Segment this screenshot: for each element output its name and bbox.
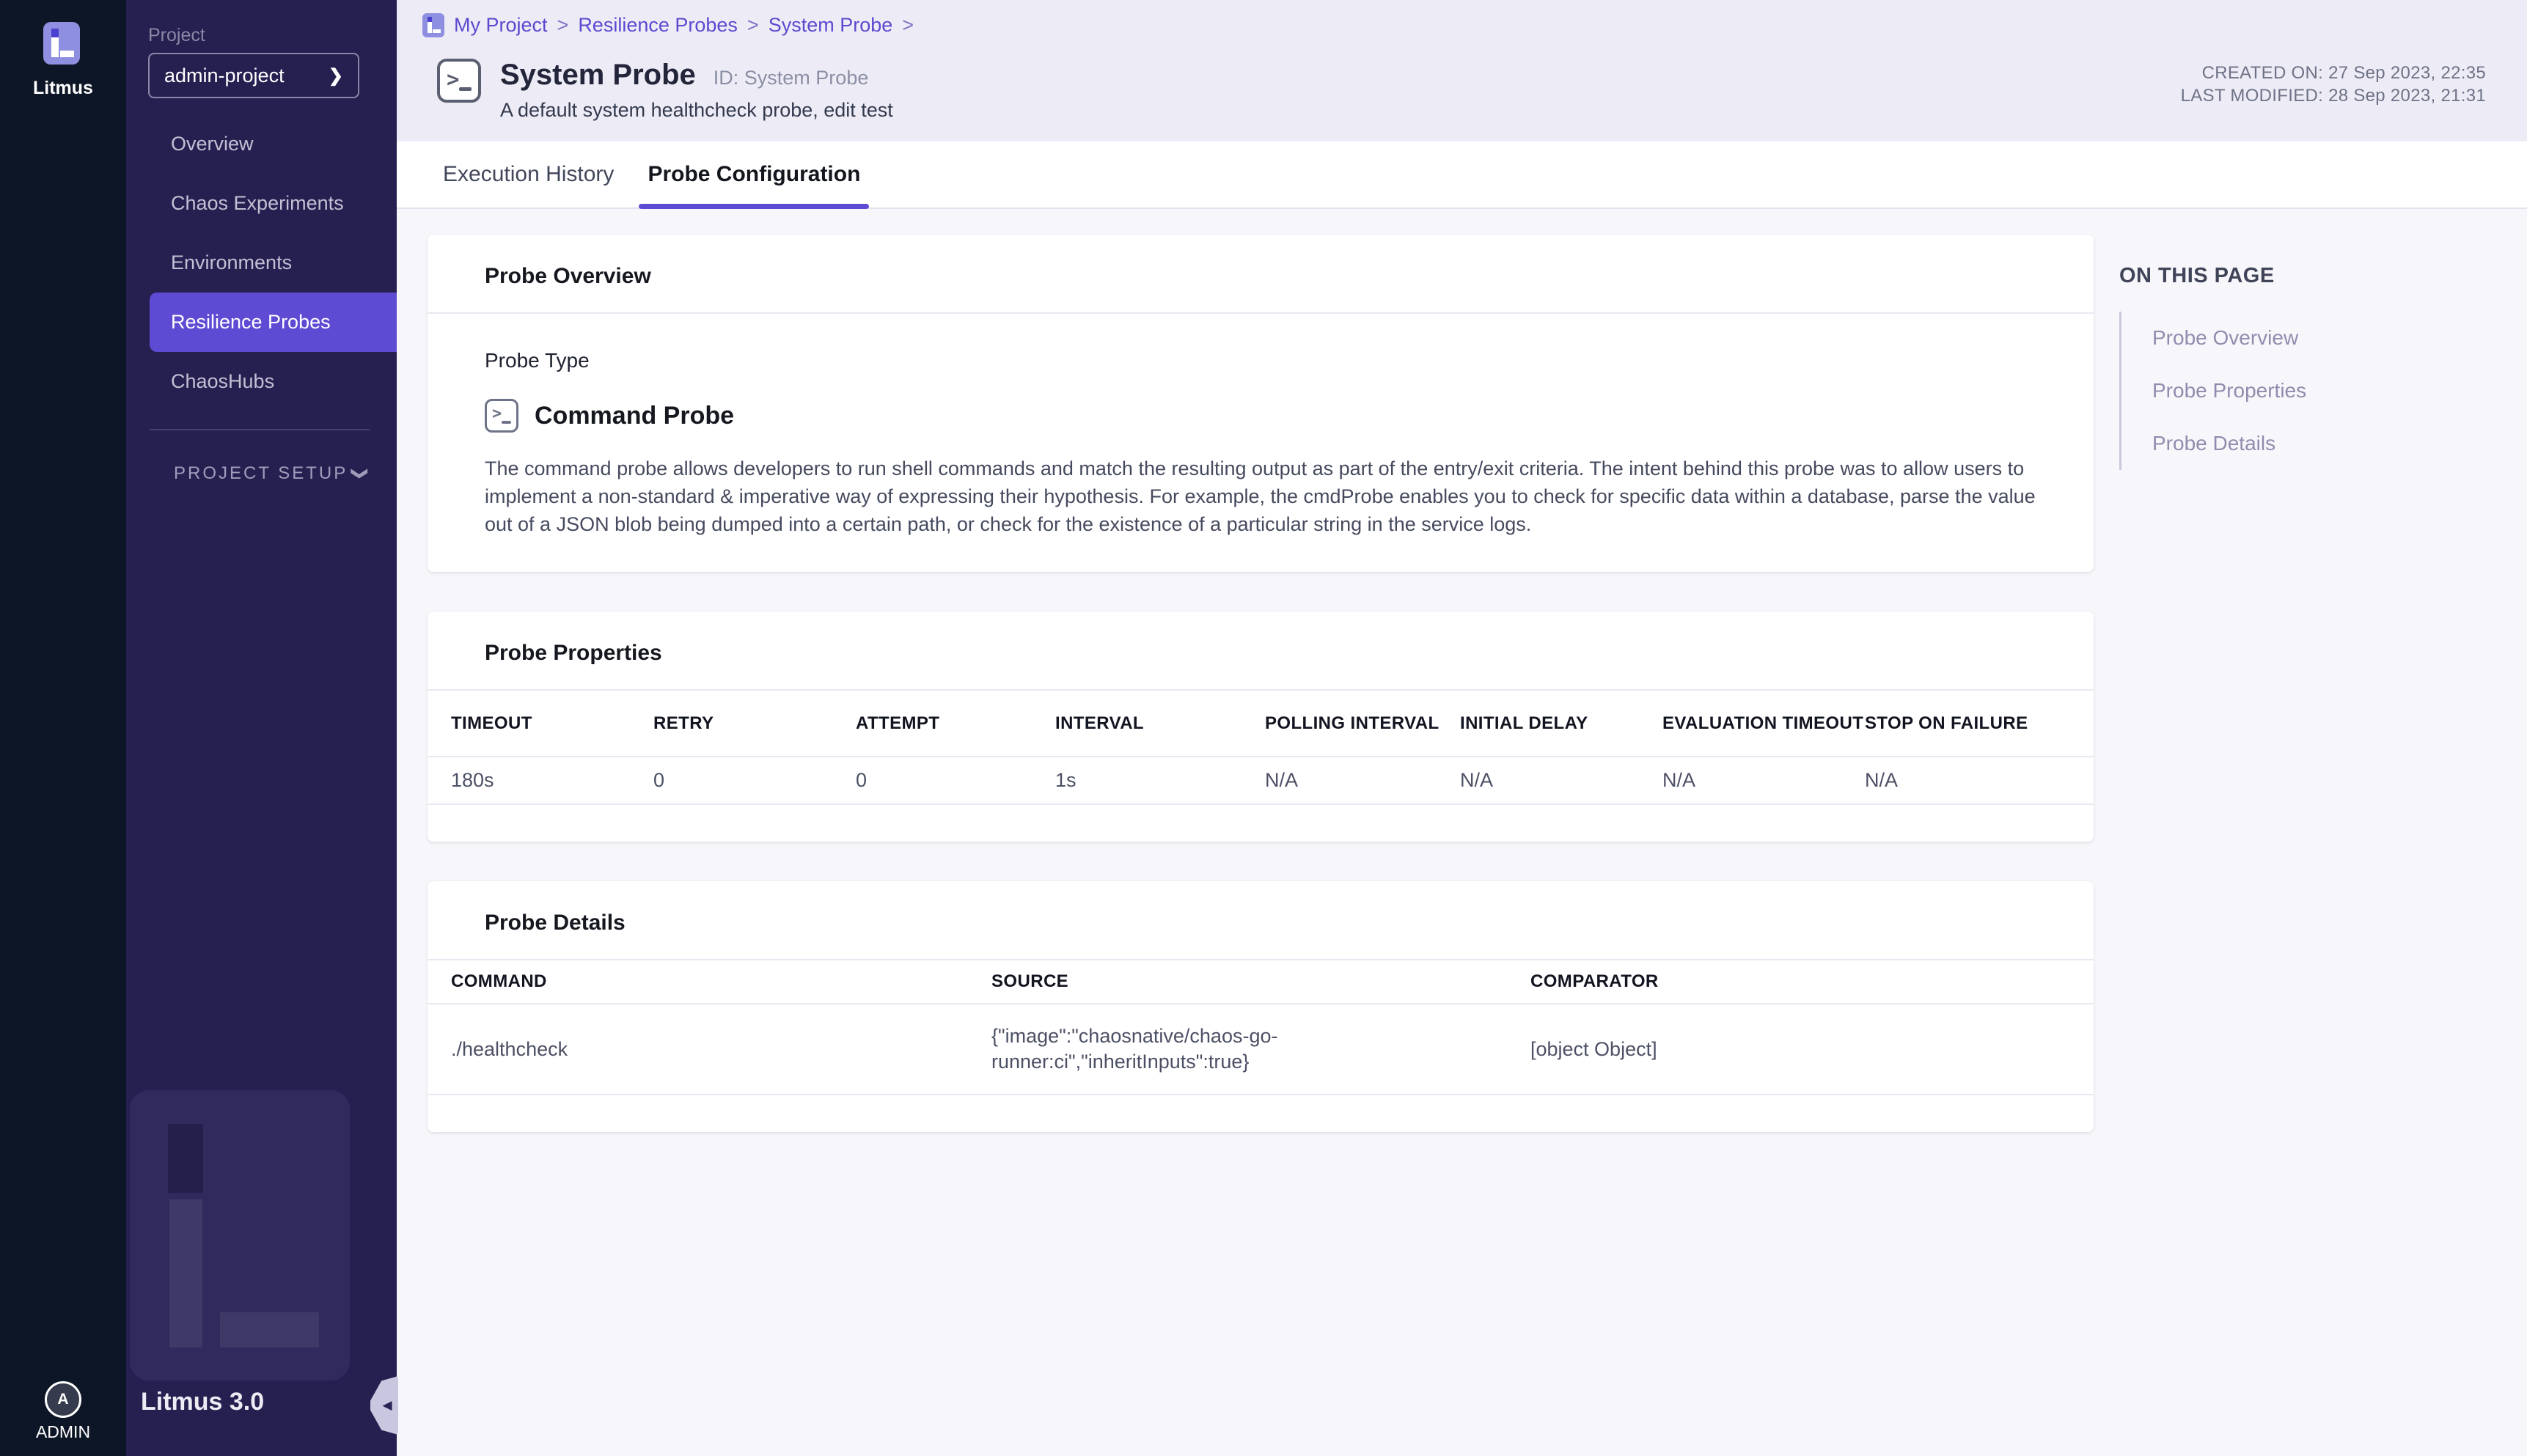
probe-details-card: Probe Details COMMAND SOURCE COMPARATOR … — [428, 881, 2094, 1132]
version-label: Litmus 3.0 — [141, 1388, 264, 1416]
logo-shape — [51, 29, 59, 37]
sidebar-item-overview[interactable]: Overview — [126, 114, 397, 174]
column-header: INITIAL DELAY — [1460, 713, 1662, 734]
project-setup-label: PROJECT SETUP — [174, 463, 348, 484]
column-header: ATTEMPT — [856, 713, 1055, 734]
chevron-down-icon: ❯ — [351, 467, 370, 480]
sidebar-item-resilience-probes[interactable]: Resilience Probes — [150, 293, 397, 352]
sidebar-divider — [150, 429, 370, 430]
anchor-probe-details[interactable]: Probe Details — [2152, 417, 2427, 470]
timestamps: CREATED ON: 27 Sep 2023, 22:35 LAST MODI… — [2181, 62, 2486, 107]
litmus-watermark — [130, 1090, 350, 1380]
on-this-page-title: ON THIS PAGE — [2119, 264, 2427, 288]
on-this-page-nav: ON THIS PAGE Probe Overview Probe Proper… — [2119, 264, 2427, 470]
page-title: System Probe — [500, 59, 696, 92]
project-setup-toggle[interactable]: PROJECT SETUP ❯ — [174, 453, 372, 494]
probe-subtitle: A default system healthcheck probe, edit… — [500, 99, 893, 122]
logo-label: Litmus — [0, 78, 126, 99]
properties-value-row: 180s 0 0 1s N/A N/A N/A N/A — [428, 757, 2094, 805]
column-header: COMMAND — [451, 971, 991, 992]
sidebar-item-chaoshubs[interactable]: ChaosHubs — [126, 352, 397, 411]
command-probe-icon: > — [485, 399, 518, 433]
avatar[interactable]: A — [45, 1381, 81, 1418]
sidebar-item-environments[interactable]: Environments — [126, 233, 397, 293]
comparator-value: [object Object] — [1530, 1038, 2070, 1061]
terminal-icon: > — [437, 59, 481, 103]
logo-shape — [51, 37, 59, 57]
probe-overview-title: Probe Overview — [428, 235, 2094, 314]
page-header: My Project > Resilience Probes > System … — [397, 0, 2527, 141]
attempt-value: 0 — [856, 769, 1055, 792]
breadcrumb: My Project > Resilience Probes > System … — [422, 13, 914, 37]
sidebar: Project admin-project ❯ Overview Chaos E… — [126, 0, 397, 1456]
breadcrumb-my-project[interactable]: My Project — [454, 14, 548, 37]
properties-header-row: TIMEOUT RETRY ATTEMPT INTERVAL POLLING I… — [428, 691, 2094, 757]
last-modified: LAST MODIFIED: 28 Sep 2023, 21:31 — [2181, 84, 2486, 107]
breadcrumb-resilience-probes[interactable]: Resilience Probes — [578, 14, 738, 37]
chevron-right-icon: ❯ — [329, 65, 343, 87]
collapse-arrow-icon: ◀ — [382, 1398, 392, 1413]
created-on: CREATED ON: 27 Sep 2023, 22:35 — [2181, 62, 2486, 84]
initial-delay-value: N/A — [1460, 769, 1662, 792]
anchor-probe-properties[interactable]: Probe Properties — [2152, 364, 2427, 417]
project-selector[interactable]: admin-project ❯ — [148, 53, 359, 98]
probe-properties-title: Probe Properties — [428, 611, 2094, 691]
source-value: {"image":"chaosnative/chaos-go-runner:ci… — [991, 1023, 1325, 1075]
details-value-row: ./healthcheck {"image":"chaosnative/chao… — [428, 1004, 2094, 1095]
logo-shape — [60, 51, 74, 57]
breadcrumb-separator: > — [557, 14, 569, 37]
polling-interval-value: N/A — [1265, 769, 1460, 792]
sidebar-item-chaos-experiments[interactable]: Chaos Experiments — [126, 174, 397, 233]
stop-on-failure-value: N/A — [1865, 769, 2070, 792]
probe-id-label: ID: System Probe — [714, 67, 869, 89]
column-header: SOURCE — [991, 971, 1530, 992]
watermark-shape — [220, 1312, 319, 1347]
probe-details-title: Probe Details — [428, 881, 2094, 960]
breadcrumb-separator: > — [902, 14, 914, 37]
probe-type-label: Probe Type — [485, 349, 2047, 372]
main-area: My Project > Resilience Probes > System … — [397, 0, 2527, 1456]
evaluation-timeout-value: N/A — [1662, 769, 1865, 792]
column-header: STOP ON FAILURE — [1865, 713, 2070, 734]
column-header: RETRY — [653, 713, 856, 734]
admin-label: ADMIN — [0, 1422, 126, 1442]
command-value: ./healthcheck — [451, 1038, 991, 1061]
litmus-logo-icon[interactable] — [43, 22, 80, 65]
watermark-shape — [168, 1124, 203, 1193]
anchor-probe-overview[interactable]: Probe Overview — [2152, 312, 2427, 364]
timeout-value: 180s — [451, 769, 653, 792]
details-header-row: COMMAND SOURCE COMPARATOR — [428, 960, 2094, 1004]
breadcrumb-separator: > — [747, 14, 759, 37]
interval-value: 1s — [1055, 769, 1265, 792]
column-header: TIMEOUT — [451, 713, 653, 734]
avatar-letter: A — [57, 1391, 68, 1408]
breadcrumb-logo-icon — [422, 13, 444, 37]
column-header: EVALUATION TIMEOUT — [1662, 713, 1865, 734]
account-rail: Litmus A ADMIN — [0, 0, 126, 1456]
sidebar-nav: Overview Chaos Experiments Environments … — [126, 114, 397, 411]
retry-value: 0 — [653, 769, 856, 792]
probe-properties-card: Probe Properties TIMEOUT RETRY ATTEMPT I… — [428, 611, 2094, 842]
breadcrumb-system-probe[interactable]: System Probe — [769, 14, 893, 37]
probe-overview-card: Probe Overview Probe Type > Command Prob… — [428, 235, 2094, 572]
tab-execution-history[interactable]: Execution History — [426, 141, 631, 207]
project-selector-value: admin-project — [164, 65, 285, 87]
probe-type-value: Command Probe — [535, 402, 734, 430]
watermark-shape — [169, 1199, 202, 1347]
project-label: Project — [148, 25, 205, 46]
tab-probe-configuration[interactable]: Probe Configuration — [631, 141, 877, 207]
title-row: > System Probe ID: System Probe A defaul… — [437, 59, 893, 122]
column-header: COMPARATOR — [1530, 971, 2070, 992]
tab-bar: Execution History Probe Configuration — [397, 141, 2527, 209]
column-header: INTERVAL — [1055, 713, 1265, 734]
column-header: POLLING INTERVAL — [1265, 713, 1460, 734]
probe-description: The command probe allows developers to r… — [485, 455, 2047, 538]
